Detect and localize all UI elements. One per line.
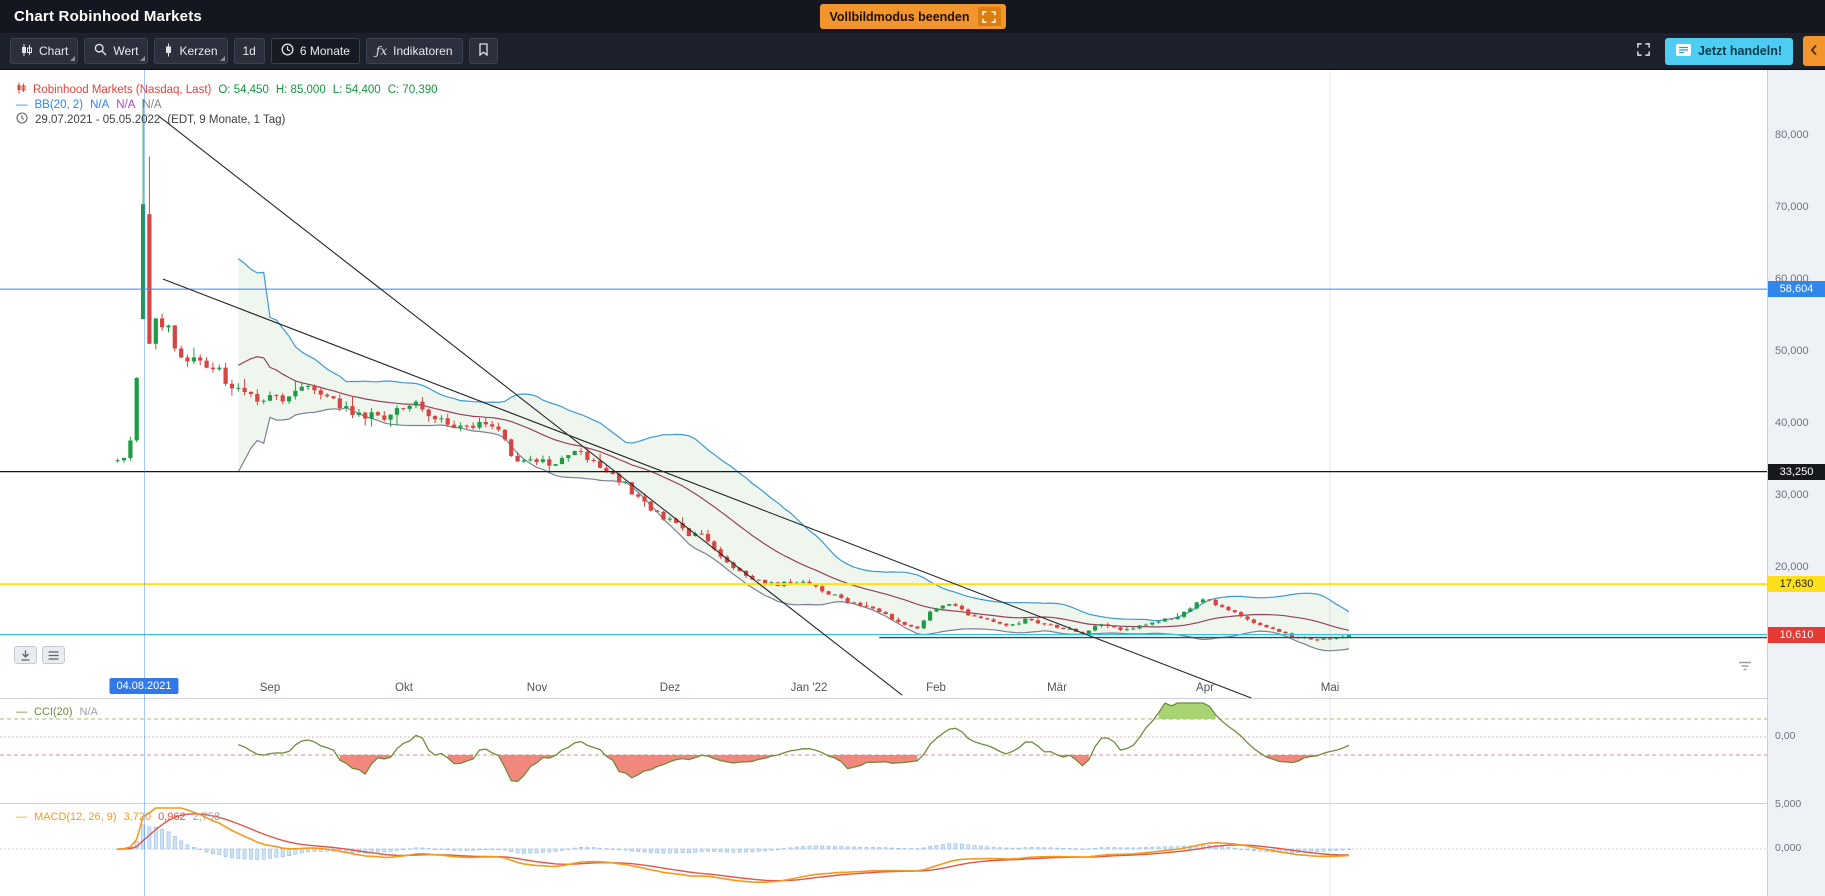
- indicators-button[interactable]: ƒx Indikatoren: [366, 38, 463, 64]
- ohlc-high: H: 85,000: [276, 84, 326, 96]
- last-price-label: 10,610: [1768, 627, 1825, 643]
- scroll-latest-button[interactable]: [14, 646, 37, 664]
- x-axis-month-label: Sep: [260, 682, 280, 694]
- symbol-search-button[interactable]: Wert: [84, 38, 148, 64]
- cci-legend: — CCI(20) N/A: [16, 706, 98, 718]
- toolbar-right-group: Jetzt handeln!: [1632, 33, 1825, 69]
- y-axis-tick: 30,000: [1768, 489, 1825, 501]
- macd-dash-icon: —: [16, 811, 27, 823]
- main-chart-legend: Robinhood Markets (Nasdaq, Last) O: 54,4…: [16, 82, 438, 127]
- y-axis-tick: 70,000: [1768, 201, 1825, 213]
- bb-legend-row: — BB(20, 2) N/A N/A N/A: [16, 97, 438, 112]
- fit-screen-button[interactable]: [1632, 38, 1655, 64]
- clock-icon: [16, 112, 28, 127]
- macd-hist-value: 2,758: [193, 811, 221, 823]
- bb-middle-value: N/A: [116, 99, 135, 111]
- date-range: 29.07.2021 - 05.05.2022: [35, 114, 160, 126]
- macd-value: 3,720: [124, 811, 152, 823]
- interval-label: 1d: [243, 44, 256, 58]
- fullscreen-exit-button[interactable]: Vollbildmodus beenden: [819, 4, 1005, 29]
- series-legend-row: Robinhood Markets (Nasdaq, Last) O: 54,4…: [16, 82, 438, 97]
- x-axis-month-label: Nov: [527, 682, 547, 694]
- interval-button[interactable]: 1d: [234, 38, 265, 64]
- x-axis-month-label: Mär: [1047, 682, 1067, 694]
- y-axis-tick: 40,000: [1768, 417, 1825, 429]
- chart-type-label: Chart: [39, 44, 68, 58]
- clock-icon: [281, 43, 294, 59]
- cci-chart: [0, 699, 1767, 803]
- indicators-label: Indikatoren: [393, 44, 452, 58]
- y-axis-tick: 50,000: [1768, 345, 1825, 357]
- series-name: Robinhood Markets (Nasdaq, Last): [33, 84, 211, 96]
- candlestick-chart-icon: [20, 43, 33, 60]
- fit-screen-icon: [1636, 42, 1651, 60]
- macd-panel[interactable]: — MACD(12, 26, 9) 3,720 0,962 2,758: [0, 803, 1767, 896]
- cci-value: N/A: [80, 706, 98, 718]
- range-label: 6 Monate: [300, 44, 350, 58]
- macd-chart: [0, 804, 1767, 896]
- cci-axis-label: 0,00: [1768, 730, 1825, 742]
- cci-panel[interactable]: — CCI(20) N/A: [0, 698, 1767, 803]
- ohlc-open: O: 54,450: [218, 84, 269, 96]
- search-icon: [94, 43, 107, 59]
- cci-dash-icon: —: [16, 706, 27, 718]
- x-axis-month-label: Feb: [926, 682, 946, 694]
- price-chart: [0, 70, 1767, 698]
- collapse-panel-button[interactable]: [1803, 36, 1825, 66]
- hline-label-17630: 17,630: [1768, 576, 1825, 592]
- candle-icon: [164, 43, 173, 60]
- cci-label: CCI(20): [34, 706, 73, 718]
- macd-axis-label: 0,000: [1768, 842, 1825, 854]
- x-axis[interactable]: 04.08.2021 Sep Okt Nov Dez Jan '22 Feb Mär Apr M…: [0, 675, 1767, 698]
- macd-legend: — MACD(12, 26, 9) 3,720 0,962 2,758: [16, 811, 220, 823]
- chevron-left-icon: [1810, 44, 1818, 59]
- toolbar: Chart Wert Kerzen 1d 6 Monate ƒx Indikat…: [0, 33, 1825, 70]
- fullscreen-exit-label: Vollbildmodus beenden: [829, 10, 969, 24]
- bb-upper-value: N/A: [90, 99, 109, 111]
- date-range-note: (EDT, 9 Monate, 1 Tag): [167, 114, 285, 126]
- ohlc-low: L: 54,400: [333, 84, 381, 96]
- fx-icon: ƒx: [376, 44, 387, 58]
- axis-settings-icon[interactable]: [1736, 657, 1754, 676]
- x-axis-month-label: Mai: [1321, 682, 1340, 694]
- fullscreen-exit-icon: [978, 7, 1001, 26]
- titlebar: Chart Robinhood Markets Vollbildmodus be…: [0, 0, 1825, 33]
- trade-now-button[interactable]: Jetzt handeln!: [1665, 38, 1793, 65]
- trade-icon: [1676, 44, 1691, 59]
- series-icon: [16, 82, 26, 97]
- x-axis-month-label: Dez: [660, 682, 680, 694]
- bb-dash-icon: —: [16, 99, 28, 111]
- x-axis-month-label: Okt: [395, 682, 413, 694]
- y-axis[interactable]: 80,00070,00060,00050,00040,00030,00020,0…: [1767, 70, 1825, 896]
- y-axis-tick: 20,000: [1768, 561, 1825, 573]
- bb-lower-value: N/A: [142, 99, 161, 111]
- date-range-row: 29.07.2021 - 05.05.2022 (EDT, 9 Monate, …: [16, 112, 438, 127]
- symbol-search-label: Wert: [113, 44, 138, 58]
- bookmark-icon: [478, 43, 489, 59]
- macd-axis-label: 5,000: [1768, 798, 1825, 810]
- ohlc-close: C: 70,390: [388, 84, 438, 96]
- range-button[interactable]: 6 Monate: [271, 38, 360, 64]
- main-chart-canvas[interactable]: [0, 70, 1767, 698]
- y-axis-tick: 80,000: [1768, 129, 1825, 141]
- macd-signal-value: 0,962: [158, 811, 186, 823]
- x-axis-month-label: Jan '22: [791, 682, 828, 694]
- candle-style-button[interactable]: Kerzen: [154, 38, 227, 64]
- panel-list-button[interactable]: [42, 646, 65, 664]
- chart-window: Chart Robinhood Markets Vollbildmodus be…: [0, 0, 1825, 896]
- macd-label: MACD(12, 26, 9): [34, 811, 117, 823]
- window-title: Chart Robinhood Markets: [14, 8, 202, 25]
- x-axis-month-label: Apr: [1196, 682, 1214, 694]
- chart-type-button[interactable]: Chart: [10, 38, 78, 64]
- trade-now-label: Jetzt handeln!: [1698, 44, 1782, 58]
- candle-style-label: Kerzen: [179, 44, 217, 58]
- hline-label-33250: 33,250: [1768, 464, 1825, 480]
- bookmark-button[interactable]: [469, 38, 498, 64]
- chart-region: Robinhood Markets (Nasdaq, Last) O: 54,4…: [0, 70, 1825, 896]
- bb-label: BB(20, 2): [35, 99, 84, 111]
- hline-label-58604: 58,604: [1768, 281, 1825, 297]
- crosshair-date-label: 04.08.2021: [109, 678, 178, 694]
- chart-corner-buttons: [14, 646, 65, 664]
